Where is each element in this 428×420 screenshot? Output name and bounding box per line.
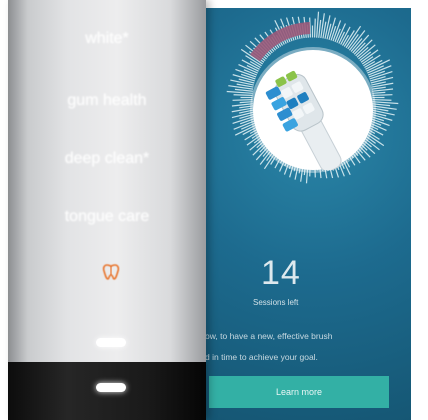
mode-deep-clean: deep clean* <box>64 150 150 167</box>
app-screen: 14 Sessions left ow, to have a new, effe… <box>195 8 411 420</box>
product-photo: 14 Sessions left ow, to have a new, effe… <box>0 0 428 420</box>
brush-head-image <box>265 70 342 170</box>
mode-gum-health: gum health <box>67 92 147 109</box>
message-line-1: ow, to have a new, effective brush <box>205 331 333 341</box>
toothbrush-handle: white* gum health deep clean* tongue car… <box>8 0 206 420</box>
learn-more-button[interactable]: Learn more <box>209 376 389 408</box>
replacement-message: ow, to have a new, effective brush d in … <box>205 326 405 368</box>
mode-white: white* <box>85 30 129 47</box>
mode-indicator-light <box>96 338 126 347</box>
mode-tongue-care: tongue care <box>64 208 150 225</box>
sessions-count: 14 <box>261 254 301 292</box>
message-line-2: d in time to achieve your goal. <box>205 352 318 362</box>
power-button-light[interactable] <box>96 383 126 392</box>
sessions-label: Sessions left <box>253 298 299 307</box>
toothbrush-smart-icon <box>102 264 120 280</box>
